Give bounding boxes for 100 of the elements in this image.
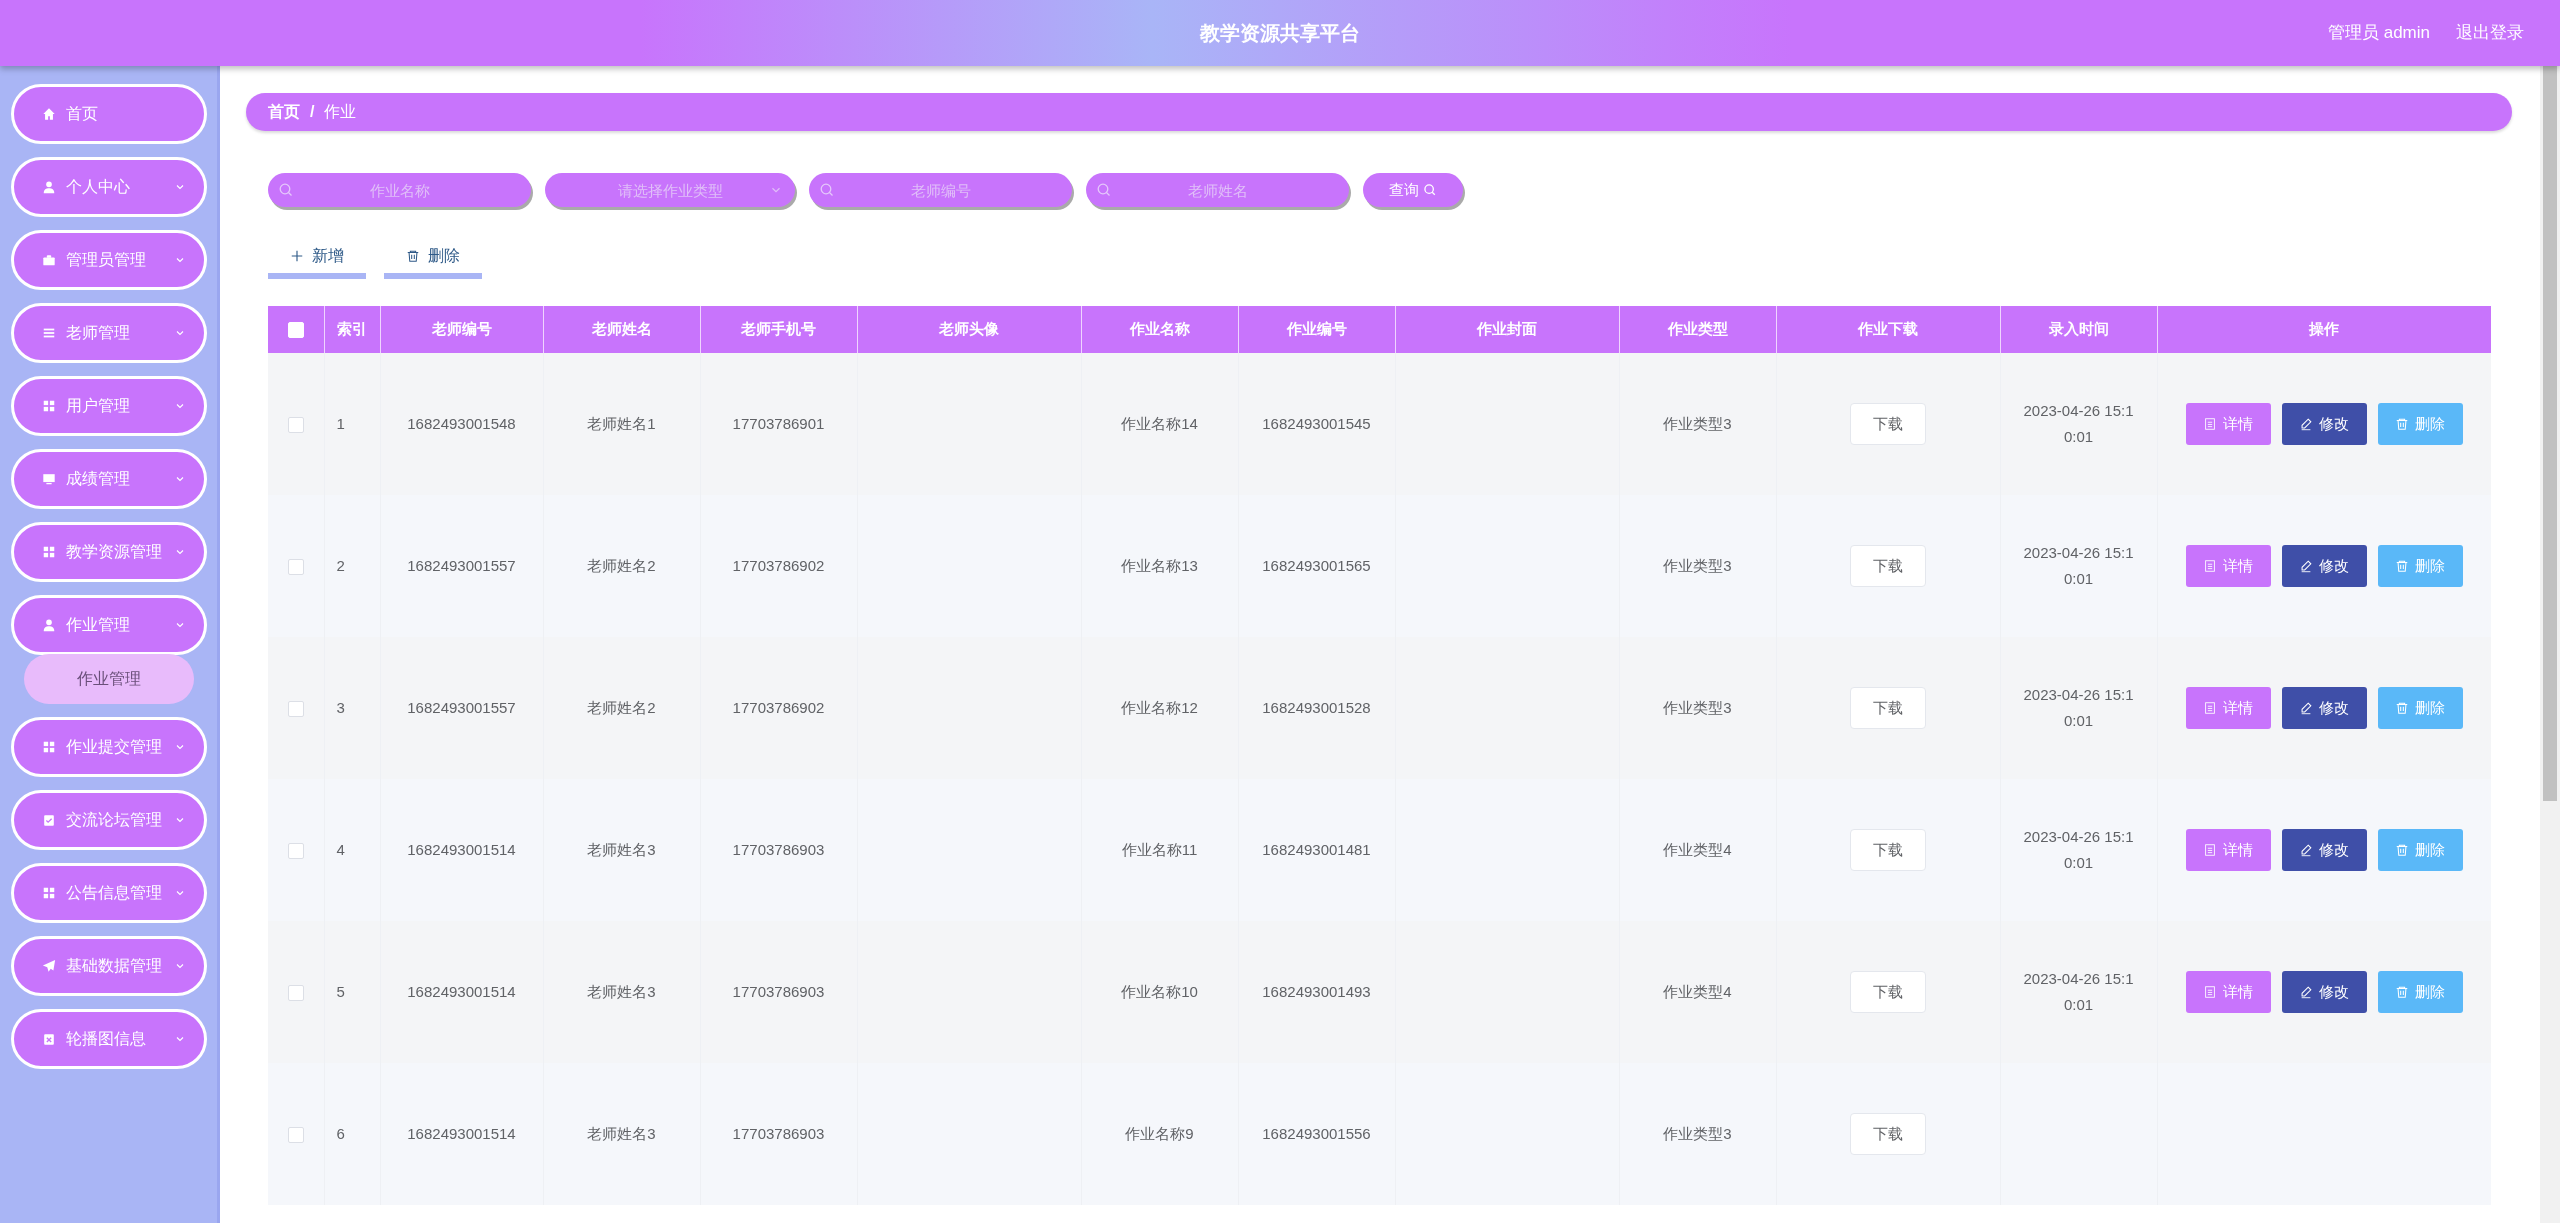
table-cell: 1682493001557 [407, 556, 516, 574]
user-icon [41, 618, 56, 632]
table-cell: 17703786901 [732, 414, 825, 432]
sidebar-item[interactable]: 公告信息管理 [10, 863, 207, 923]
breadcrumb-item[interactable]: 首页 [268, 100, 300, 124]
delete-button[interactable]: 删除 [2377, 545, 2463, 587]
trash-icon [2395, 843, 2410, 857]
sidebar-item[interactable]: 个人中心 [10, 157, 207, 217]
delete-button[interactable]: 删除 [2377, 687, 2463, 729]
grid-icon [41, 399, 56, 413]
trash-icon [406, 249, 420, 263]
table-cell: 作业类型3 [1663, 556, 1732, 574]
table-cell: 1682493001493 [1262, 982, 1371, 1000]
table-cell: 17703786903 [732, 1124, 825, 1142]
delete-button[interactable]: 删除 [2377, 829, 2463, 871]
breadcrumb-item: 作业 [324, 102, 357, 122]
details-button[interactable]: 详情 [2185, 687, 2271, 729]
add-button[interactable]: 新增 [268, 239, 366, 279]
grid-icon [41, 545, 56, 559]
search-field[interactable]: 老师编号 [809, 173, 1072, 207]
edit-button[interactable]: 修改 [2281, 971, 2367, 1013]
table-cell-text: 2023-04-26 15:10:01 [2022, 543, 2135, 589]
checkbox[interactable] [287, 984, 304, 1001]
search-field[interactable]: 作业名称 [268, 173, 531, 207]
checkbox[interactable] [287, 416, 304, 433]
table-cell: 4 [336, 840, 345, 858]
grid-icon [41, 886, 56, 900]
sidebar-item[interactable]: 教学资源管理 [10, 522, 207, 582]
document-icon [2203, 985, 2218, 999]
briefcase-icon [41, 253, 56, 267]
download-button[interactable]: 下载 [1850, 829, 1926, 871]
document-icon [2203, 701, 2218, 715]
list-icon [41, 326, 56, 340]
table-cell: 老师姓名2 [587, 698, 656, 716]
table-cell: 5 [336, 982, 345, 1000]
monitor-icon [41, 472, 56, 486]
table-cell-text: 2023-04-26 15:10:01 [2022, 827, 2135, 873]
download-button[interactable]: 下载 [1850, 687, 1926, 729]
table-cell: 1682493001528 [1262, 698, 1371, 716]
search-icon [1096, 182, 1112, 198]
grid-icon [41, 740, 56, 754]
search-icon [1423, 183, 1437, 197]
edit-button[interactable]: 修改 [2281, 687, 2367, 729]
sidebar-item[interactable]: 交流论坛管理 [10, 790, 207, 850]
download-button[interactable]: 下载 [1850, 971, 1926, 1013]
submenu-item[interactable]: 作业管理 [23, 654, 194, 704]
edit-button[interactable]: 修改 [2281, 403, 2367, 445]
table-cell: 作业类型3 [1663, 698, 1732, 716]
pencil-icon [2299, 559, 2314, 573]
user-icon [41, 180, 56, 194]
table-cell: 3 [336, 698, 345, 716]
checkbox[interactable] [287, 1126, 304, 1143]
table-cell: 作业名称11 [1121, 840, 1198, 858]
table-cell: 1682493001514 [407, 1124, 516, 1142]
search-field[interactable]: 老师姓名 [1086, 173, 1349, 207]
download-button[interactable]: 下载 [1850, 1113, 1926, 1155]
table-cell: 17703786903 [732, 982, 825, 1000]
delete-button[interactable]: 删除 [2377, 971, 2463, 1013]
delete-button[interactable]: 删除 [2377, 403, 2463, 445]
sidebar-item[interactable]: 作业管理 [10, 595, 207, 655]
checkbox[interactable] [287, 558, 304, 575]
query-button[interactable]: 查询 [1363, 173, 1463, 207]
scrollbar-thumb[interactable] [2543, 66, 2557, 801]
sidebar-item[interactable]: 管理员管理 [10, 230, 207, 290]
trash-icon [2395, 701, 2410, 715]
sidebar-item[interactable]: 用户管理 [10, 376, 207, 436]
pencil-icon [2299, 843, 2314, 857]
edit-button[interactable]: 修改 [2281, 545, 2367, 587]
details-button[interactable]: 详情 [2185, 545, 2271, 587]
search-icon [278, 182, 294, 198]
download-button[interactable]: 下载 [1850, 403, 1926, 445]
table-cell: 1682493001481 [1262, 840, 1371, 858]
home-icon [41, 107, 56, 121]
download-button[interactable]: 下载 [1850, 545, 1926, 587]
table-cell: 17703786902 [732, 698, 825, 716]
edit-button[interactable]: 修改 [2281, 829, 2367, 871]
sidebar-item[interactable]: 首页 [10, 84, 207, 144]
type-select[interactable]: 请选择作业类型 [545, 173, 795, 207]
sidebar-item[interactable]: 老师管理 [10, 303, 207, 363]
table-cell-text: 2023-04-26 15:10:01 [2022, 685, 2135, 731]
delete-button[interactable]: 删除 [384, 239, 482, 279]
checkbox[interactable] [287, 700, 304, 717]
table-cell-text: 2023-04-26 15:10:01 [2022, 969, 2135, 1015]
sidebar-item[interactable]: 轮播图信息 [10, 1009, 207, 1069]
table-cell-text: 2023-04-26 15:10:01 [2022, 401, 2135, 447]
sidebar-item[interactable]: 基础数据管理 [10, 936, 207, 996]
logout-link[interactable]: 退出登录 [2456, 20, 2524, 46]
document-icon [2203, 559, 2218, 573]
table-cell: 作业名称14 [1121, 414, 1198, 432]
scrollbar[interactable] [2540, 66, 2560, 1223]
details-button[interactable]: 详情 [2185, 971, 2271, 1013]
pencil-icon [2299, 417, 2314, 431]
table-cell: 1682493001514 [407, 840, 516, 858]
sidebar-item[interactable]: 成绩管理 [10, 449, 207, 509]
sidebar-item[interactable]: 作业提交管理 [10, 717, 207, 777]
details-button[interactable]: 详情 [2185, 829, 2271, 871]
details-button[interactable]: 详情 [2185, 403, 2271, 445]
table-cell: 1682493001514 [407, 982, 516, 1000]
table-cell: 6 [336, 1124, 345, 1142]
checkbox[interactable] [287, 842, 304, 859]
